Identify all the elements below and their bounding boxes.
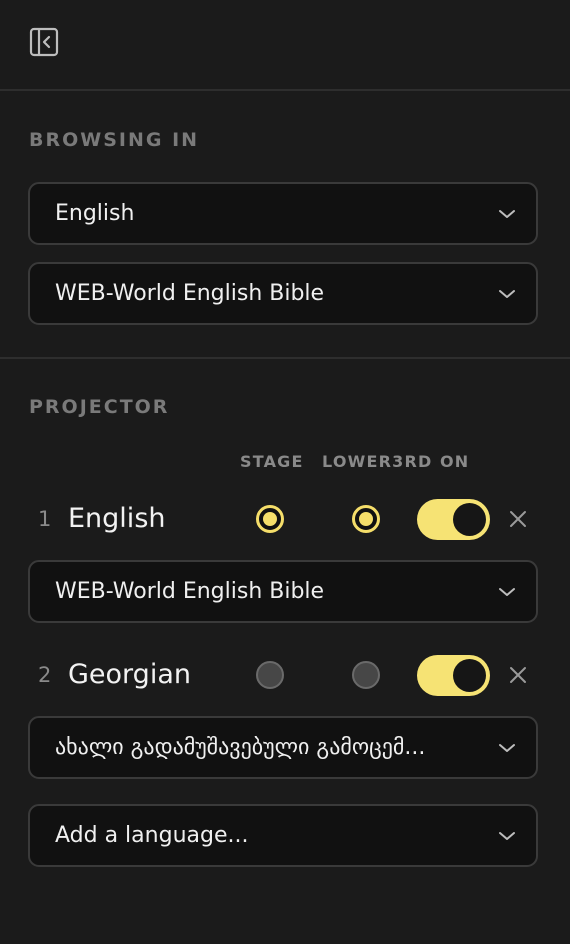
row-bible-value: WEB-World English Bible (55, 579, 325, 604)
on-toggle[interactable] (417, 655, 490, 696)
chevron-down-icon (498, 586, 516, 598)
chevron-down-icon (498, 208, 516, 220)
remove-row-button[interactable] (507, 664, 529, 686)
top-bar (0, 0, 570, 91)
row-bible-value: ახალი გადამუშავებული გამოცემ... (55, 735, 426, 760)
row-language-name: English (68, 503, 166, 534)
column-header-lower3rd: LOWER3RD (322, 452, 433, 471)
remove-row-button[interactable] (507, 508, 529, 530)
column-header-on: ON (440, 452, 470, 471)
close-icon (510, 667, 526, 683)
on-toggle[interactable] (417, 499, 490, 540)
toggle-knob (453, 659, 486, 692)
row-bible-select[interactable]: WEB-World English Bible (28, 560, 538, 623)
row-language-name: Georgian (68, 659, 191, 690)
sidebar-panel: BROWSING IN English WEB-World English Bi… (0, 0, 570, 944)
browsing-bible-value: WEB-World English Bible (55, 281, 325, 306)
browsing-bible-select[interactable]: WEB-World English Bible (28, 262, 538, 325)
browsing-language-select[interactable]: English (28, 182, 538, 245)
toggle-knob (453, 503, 486, 536)
browsing-language-value: English (55, 201, 135, 226)
lower3rd-radio[interactable] (352, 661, 380, 689)
stage-radio[interactable] (256, 505, 284, 533)
add-language-placeholder: Add a language... (55, 823, 249, 848)
browsing-section-label: BROWSING IN (29, 129, 200, 151)
row-number: 1 (38, 507, 52, 531)
chevron-down-icon (498, 830, 516, 842)
collapse-sidebar-button[interactable] (28, 26, 60, 58)
row-bible-select[interactable]: ახალი გადამუშავებული გამოცემ... (28, 716, 538, 779)
close-icon (510, 511, 526, 527)
add-language-select[interactable]: Add a language... (28, 804, 538, 867)
projector-section-label: PROJECTOR (29, 396, 170, 418)
section-divider (0, 357, 570, 359)
lower3rd-radio[interactable] (352, 505, 380, 533)
sidebar-collapse-icon (29, 27, 59, 57)
column-header-stage: STAGE (240, 452, 304, 471)
stage-radio[interactable] (256, 661, 284, 689)
chevron-down-icon (498, 288, 516, 300)
chevron-down-icon (498, 742, 516, 754)
row-number: 2 (38, 663, 52, 687)
